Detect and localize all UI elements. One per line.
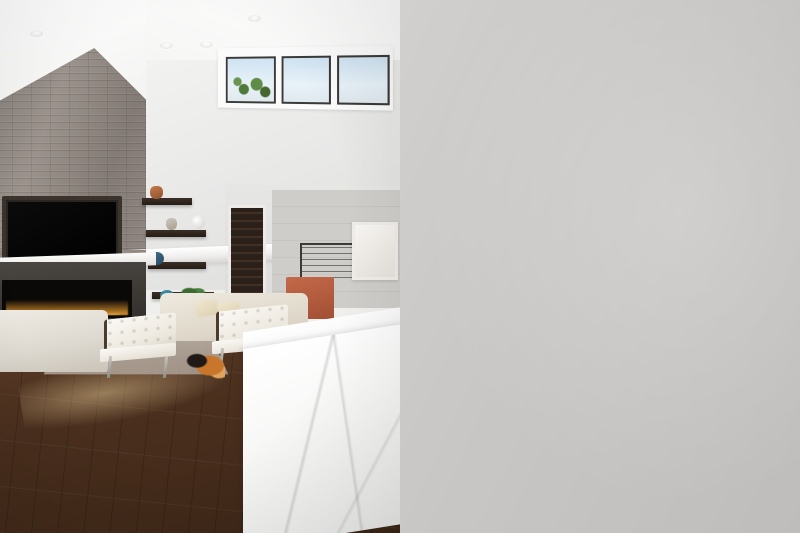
dog [185,348,225,380]
slat-door [228,205,266,303]
living-room-photo [0,0,400,533]
window-pane [337,54,390,106]
downlight [248,15,261,22]
window-pane [225,56,276,104]
clerestory-window-band [217,45,393,111]
decor-vase [192,215,205,229]
marble-waterfall-island [243,320,400,533]
sofa-left [0,310,108,372]
window-pane [281,55,331,105]
downlight [30,30,43,37]
lounge-chair [100,312,176,379]
downlight [160,42,173,49]
floating-shelf [142,198,192,205]
decor-vase [166,218,177,230]
downlight [200,41,213,48]
floating-shelf [146,230,206,237]
interior-wall-right: Home Media [400,0,800,533]
framed-art [352,222,398,280]
decor-vase [150,186,163,199]
foliage [231,74,274,100]
